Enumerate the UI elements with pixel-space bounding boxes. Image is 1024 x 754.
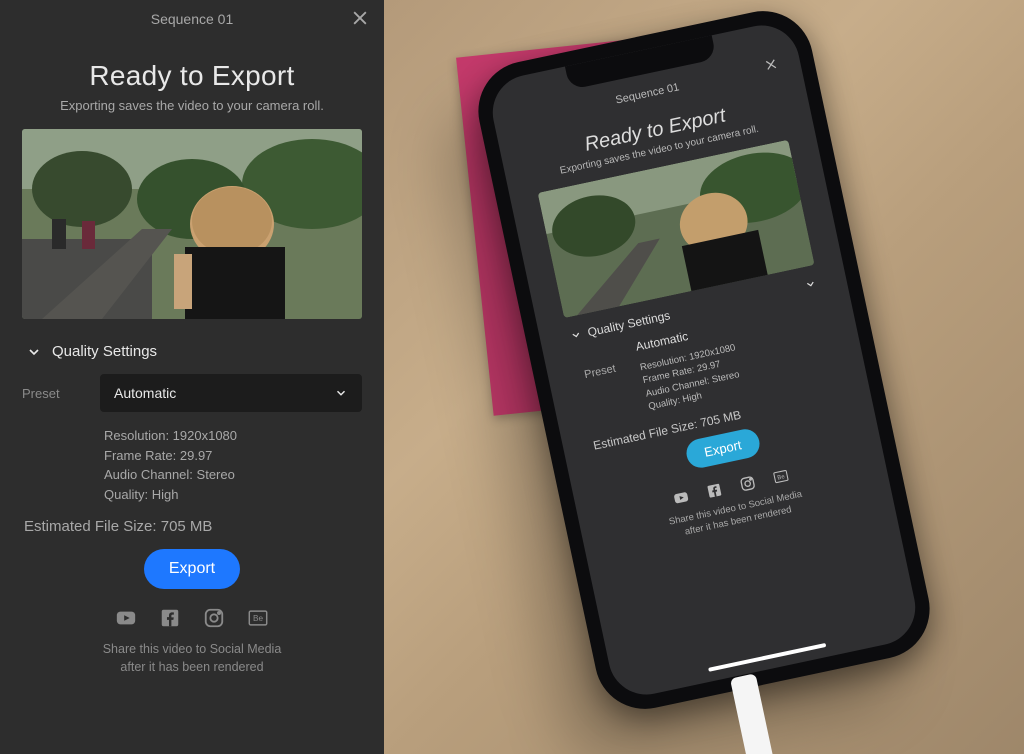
social-icons-row: Be xyxy=(22,607,362,629)
phone-preset-value: Automatic xyxy=(634,329,689,354)
preset-label: Preset xyxy=(22,386,78,401)
detail-framerate-key: Frame Rate xyxy=(104,448,180,463)
detail-audio-value: Stereo xyxy=(197,467,235,482)
detail-resolution-key: Resolution xyxy=(104,428,173,443)
video-thumbnail xyxy=(22,129,362,319)
behance-icon: Be xyxy=(771,467,790,486)
detail-quality-key: Quality xyxy=(104,487,152,502)
detail-quality-value: High xyxy=(152,487,179,502)
phone-export-button: Export xyxy=(684,427,762,471)
youtube-icon xyxy=(672,488,691,507)
sequence-name: Sequence 01 xyxy=(151,11,234,27)
charging-cable xyxy=(730,673,774,754)
export-panel: Sequence 01 Ready to Export Exporting sa… xyxy=(0,0,384,754)
quality-settings-label: Quality Settings xyxy=(52,343,157,360)
svg-text:Be: Be xyxy=(253,614,264,623)
youtube-icon[interactable] xyxy=(115,607,137,629)
est-value: 705 MB xyxy=(161,518,213,535)
detail-resolution-value: 1920x1080 xyxy=(173,428,237,443)
est-label: Estimated File Size xyxy=(24,518,152,535)
instagram-icon xyxy=(738,474,757,493)
close-icon xyxy=(763,56,780,73)
chevron-down-icon xyxy=(803,277,817,291)
chevron-down-icon xyxy=(334,386,348,400)
phone-export-details: Resolution: 1920x1080 Frame Rate: 29.97 … xyxy=(639,341,745,413)
page-title: Ready to Export xyxy=(22,60,362,92)
export-details: Resolution1920x1080 Frame Rate29.97 Audi… xyxy=(22,426,362,504)
page-subtitle: Exporting saves the video to your camera… xyxy=(22,98,362,113)
phone-preset-label: Preset xyxy=(583,363,617,381)
phone-screen: Sequence 01 Ready to Export Exporting sa… xyxy=(486,18,923,701)
iphone-device: Sequence 01 Ready to Export Exporting sa… xyxy=(469,2,939,718)
panel-header: Sequence 01 xyxy=(0,0,384,38)
preset-dropdown[interactable]: Automatic xyxy=(100,374,362,412)
detail-audio-key: Audio Channel xyxy=(104,467,197,482)
desk-photo-scene: Sequence 01 Ready to Export Exporting sa… xyxy=(384,0,1024,754)
detail-framerate-value: 29.97 xyxy=(180,448,213,463)
export-button[interactable]: Export xyxy=(144,549,240,589)
facebook-icon xyxy=(705,481,724,500)
chevron-down-icon xyxy=(26,344,42,360)
facebook-icon[interactable] xyxy=(159,607,181,629)
instagram-icon[interactable] xyxy=(203,607,225,629)
quality-settings-toggle[interactable]: Quality Settings xyxy=(22,343,362,360)
estimated-file-size: Estimated File Size: 705 MB xyxy=(22,518,362,535)
share-note-line2: after it has been rendered xyxy=(120,660,263,674)
close-icon[interactable] xyxy=(350,8,370,28)
behance-icon[interactable]: Be xyxy=(247,607,269,629)
share-note-line1: Share this video to Social Media xyxy=(103,642,282,656)
share-note: Share this video to Social Media after i… xyxy=(22,641,362,676)
home-indicator xyxy=(708,643,826,672)
preset-value: Automatic xyxy=(114,385,176,401)
